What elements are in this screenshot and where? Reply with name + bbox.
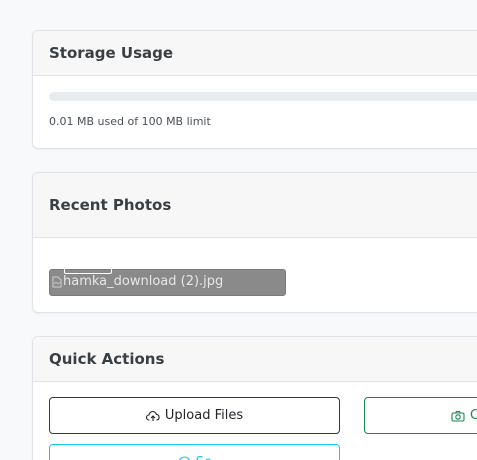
page: Storage Usage 0.01 MB used of 100 MB lim… — [0, 0, 477, 460]
photo-broken-image: hamka_download (2).jpg — [52, 274, 223, 289]
upload-files-label: Upload Files — [164, 408, 244, 423]
circle-icon — [178, 456, 191, 460]
quick-actions-card: Quick Actions Upload Files C — [32, 336, 477, 460]
camera-button[interactable]: C — [364, 397, 477, 434]
camera-icon — [451, 410, 465, 422]
photos-card-title: Recent Photos — [49, 196, 172, 214]
actions-card-title: Quick Actions — [49, 350, 165, 368]
storage-progress-bar — [49, 92, 477, 101]
photo-thumbnail[interactable]: hamka_download (2).jpg — [49, 267, 286, 296]
storage-usage-card: Storage Usage 0.01 MB used of 100 MB lim… — [32, 30, 477, 149]
camera-button-label: C — [470, 408, 477, 423]
broken-image-icon — [52, 276, 62, 288]
storage-card-header: Storage Usage — [33, 31, 477, 76]
actions-card-header: Quick Actions — [33, 337, 477, 382]
storage-usage-text: 0.01 MB used of 100 MB limit — [49, 115, 211, 128]
third-action-button[interactable]: Sc — [49, 444, 340, 460]
photo-badge — [64, 267, 112, 274]
cloud-upload-icon — [145, 410, 160, 422]
photos-card-header: Recent Photos — [33, 173, 477, 238]
recent-photos-card: Recent Photos hamka_download (2).jpg — [32, 172, 477, 313]
upload-files-button[interactable]: Upload Files — [49, 397, 340, 434]
third-action-label: Sc — [196, 455, 211, 460]
storage-card-title: Storage Usage — [49, 44, 174, 62]
photo-alt-text: hamka_download (2).jpg — [63, 274, 224, 289]
